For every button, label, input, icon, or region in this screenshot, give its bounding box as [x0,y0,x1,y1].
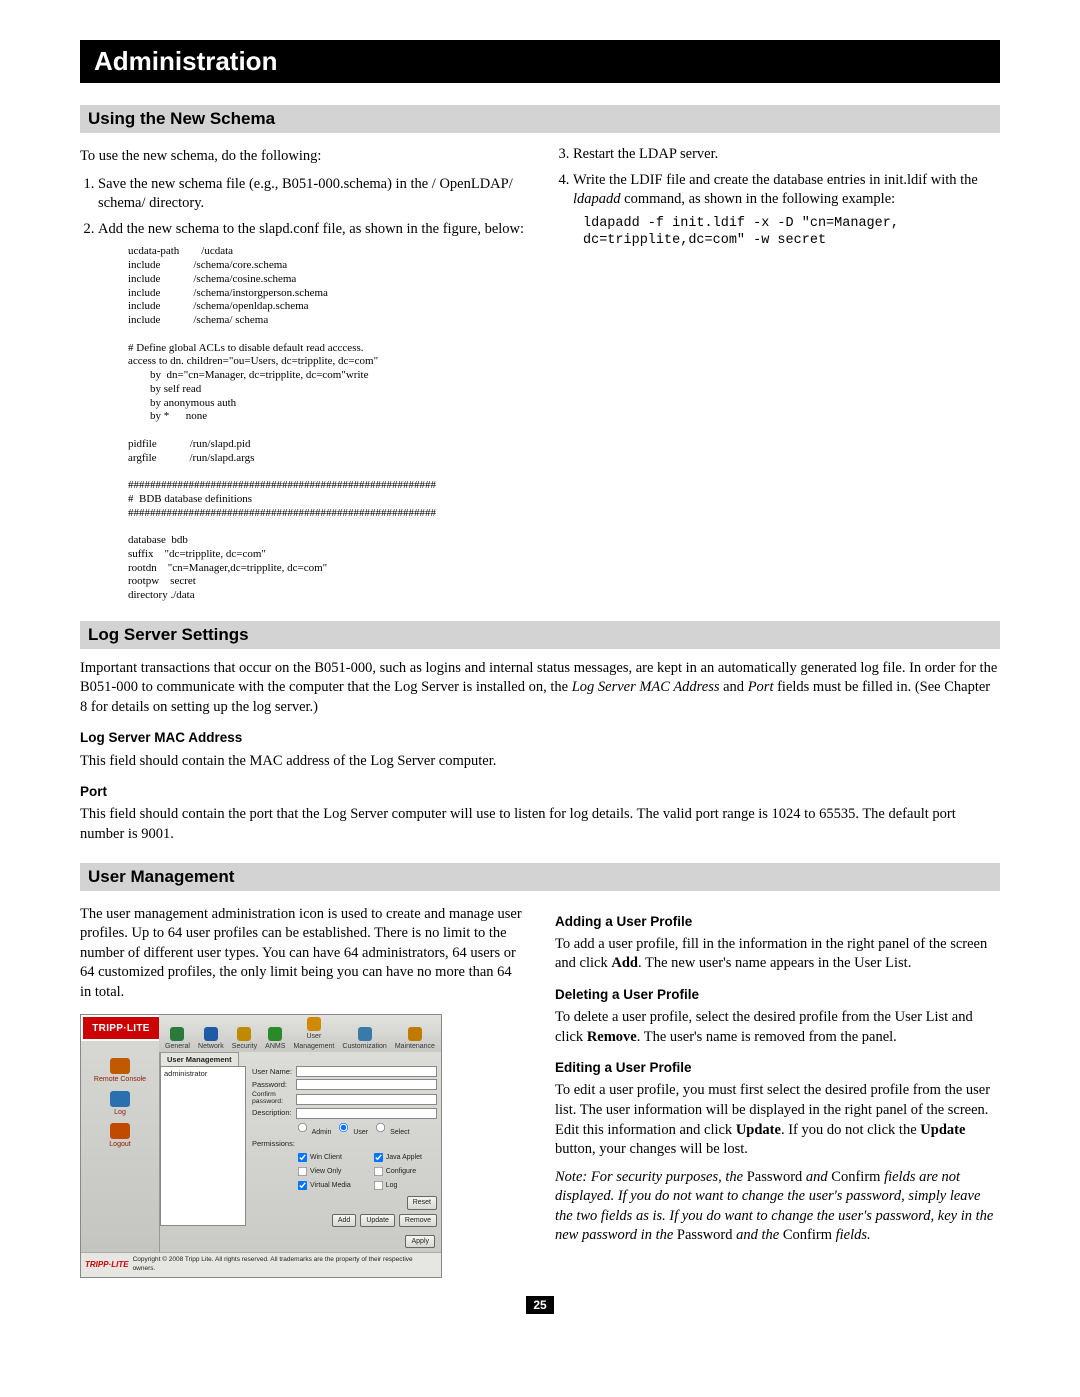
label-password: Password: [252,1080,296,1090]
add-button[interactable]: Add [332,1214,356,1227]
user-list[interactable]: administrator [160,1066,246,1226]
tab-user-management[interactable]: User Management [293,1017,334,1051]
input-description[interactable] [296,1108,437,1119]
apply-button[interactable]: Apply [405,1235,435,1248]
network-icon [204,1027,218,1041]
sidebar-remote-console[interactable]: Remote Console [94,1058,146,1084]
left-sidebar: Remote Console Log Logout [81,1052,160,1252]
tab-security[interactable]: Security [232,1027,257,1051]
sidebar-logout[interactable]: Logout [109,1123,130,1149]
reset-button[interactable]: Reset [407,1196,437,1209]
label-permissions: Permissions: [252,1139,296,1149]
schema-step-2: Add the new schema to the slapd.conf fil… [98,220,525,240]
input-username[interactable] [296,1066,437,1077]
copyright-text: Copyright © 2008 Tripp Lite. All rights … [133,1256,437,1274]
schema-intro: To use the new schema, do the following: [80,147,525,167]
schema-step-4: Write the LDIF file and create the datab… [573,171,1000,210]
log-icon [110,1091,130,1107]
perm-virtual-media[interactable]: Virtual Media [296,1179,366,1192]
editing-text: To edit a user profile, you must first s… [555,1081,1000,1159]
log-mac-heading: Log Server MAC Address [80,729,1000,747]
perm-win-client[interactable]: Win Client [296,1151,366,1164]
radio-user[interactable]: User [337,1121,368,1137]
user-management-icon [307,1017,321,1031]
label-description: Description: [252,1108,296,1118]
customization-icon [358,1027,372,1041]
brand-logo: TRIPP·LITE [81,1015,159,1041]
label-username: User Name: [252,1067,296,1077]
general-icon [170,1027,184,1041]
adding-text: To add a user profile, fill in the infor… [555,935,1000,974]
schema-step-3: Restart the LDAP server. [573,145,1000,165]
tab-maintenance[interactable]: Maintenance [395,1027,435,1051]
editing-note: Note: For security purposes, the Passwor… [555,1168,1000,1246]
deleting-text: To delete a user profile, select the des… [555,1008,1000,1047]
perm-view-only[interactable]: View Only [296,1165,366,1178]
deleting-heading: Deleting a User Profile [555,986,1000,1004]
log-mac-text: This field should contain the MAC addres… [80,752,1000,772]
ldapadd-command: ldapadd -f init.ldif -x -D "cn=Manager, … [583,216,1000,250]
tab-anms[interactable]: ANMS [265,1027,285,1051]
section-log-header: Log Server Settings [80,621,1000,649]
editing-heading: Editing a User Profile [555,1059,1000,1077]
sidebar-log[interactable]: Log [110,1091,130,1117]
monitor-icon [110,1058,130,1074]
schema-step-1: Save the new schema file (e.g., B051-000… [98,175,525,214]
page-title: Administration [80,40,1000,83]
tab-network[interactable]: Network [198,1027,224,1051]
label-confirm: Confirm password: [252,1092,296,1106]
log-port-heading: Port [80,783,1000,801]
user-management-screenshot: TRIPP·LITE General Network Security ANMS… [80,1014,442,1277]
tab-general[interactable]: General [165,1027,190,1051]
security-icon [237,1027,251,1041]
anms-icon [268,1027,282,1041]
perm-configure[interactable]: Configure [372,1165,437,1178]
user-form: User Name: Password: Confirm password: D… [252,1066,437,1227]
input-confirm[interactable] [296,1094,437,1105]
logout-icon [110,1123,130,1139]
page-number: 25 [526,1296,553,1314]
input-password[interactable] [296,1079,437,1090]
section-schema-header: Using the New Schema [80,105,1000,133]
radio-select[interactable]: Select [374,1121,409,1137]
tab-customization[interactable]: Customization [342,1027,386,1051]
ui-footer: TRIPP·LITE Copyright © 2008 Tripp Lite. … [81,1252,441,1277]
log-intro: Important transactions that occur on the… [80,659,1000,718]
remove-button[interactable]: Remove [399,1214,437,1227]
admin-toolbar: General Network Security ANMS User Manag… [159,1015,441,1052]
user-left-text: The user management administration icon … [80,905,525,1003]
content-tab[interactable]: User Management [160,1052,239,1067]
slapd-conf-block: ucdata-path /ucdata include /schema/core… [128,245,525,603]
footer-logo: TRIPP·LITE [85,1260,129,1271]
section-user-header: User Management [80,863,1000,891]
log-port-text: This field should contain the port that … [80,805,1000,844]
perm-java-applet[interactable]: Java Applet [372,1151,437,1164]
update-button[interactable]: Update [360,1214,395,1227]
perm-log[interactable]: Log [372,1179,437,1192]
adding-heading: Adding a User Profile [555,913,1000,931]
radio-admin[interactable]: Admin [296,1121,331,1137]
maintenance-icon [408,1027,422,1041]
list-item[interactable]: administrator [164,1069,242,1079]
